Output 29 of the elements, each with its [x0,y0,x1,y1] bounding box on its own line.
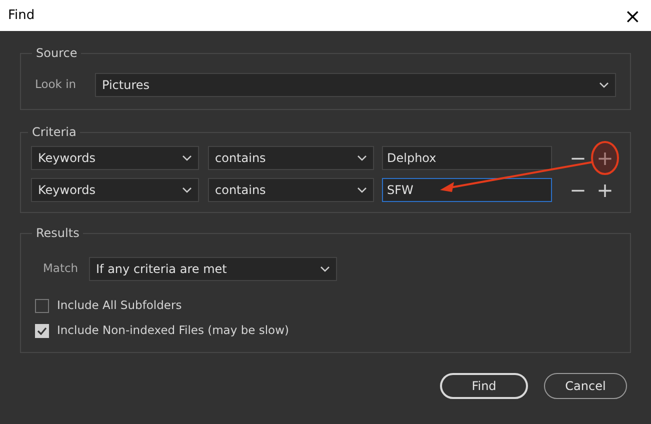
chevron-icon [182,187,192,193]
add-button[interactable]: + [596,180,614,200]
dialog-button[interactable]: Find [440,372,528,398]
checkbox-label: Include All Subfolders [57,297,182,314]
chevron-icon [599,82,609,88]
dialog-button[interactable]: Cancel [544,372,627,398]
remove-button[interactable]: − [569,180,587,200]
chevron-icon [320,266,330,272]
look-in-dropdown[interactable]: Pictures [95,73,616,97]
value-field[interactable]: SFW [382,178,552,202]
remove-button[interactable]: − [569,148,587,168]
field-dropdown[interactable]: Keywords [31,178,199,202]
section-title: Results [35,227,80,239]
checkbox-label: Include Non-indexed Files (may be slow) [57,322,289,340]
operator-dropdown[interactable]: contains [208,178,374,202]
checkbox[interactable] [35,298,49,313]
chevron-icon [357,155,367,161]
operator-dropdown[interactable]: contains [208,146,374,170]
value-field[interactable]: Delphox [382,146,552,170]
section-title: Criteria [31,126,78,138]
look-in-label: Look in [35,76,78,94]
close-button[interactable]: × [622,6,643,26]
chevron-icon [182,155,192,161]
section-title: Source [35,47,78,59]
window-title: Find [8,6,35,25]
match-label: Match [43,260,80,278]
match-dropdown[interactable]: If any criteria are met [89,257,337,281]
field-dropdown[interactable]: Keywords [31,146,199,170]
chevron-icon [357,187,367,193]
